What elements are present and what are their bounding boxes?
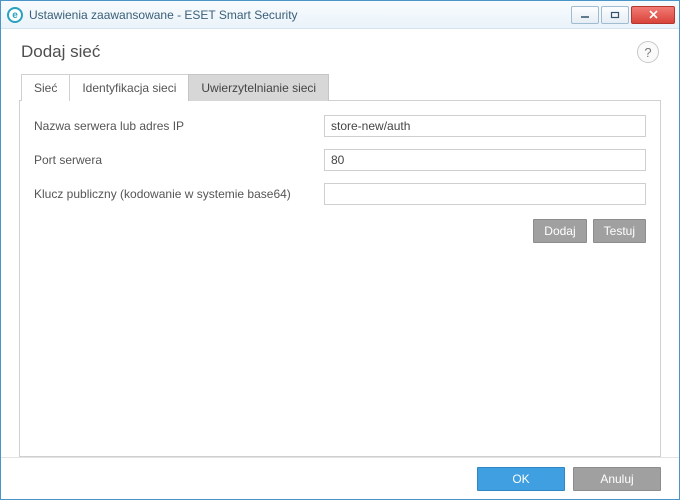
window-root: e Ustawienia zaawansowane - ESET Smart S…: [0, 0, 680, 500]
maximize-button[interactable]: [601, 6, 629, 24]
action-buttons: Dodaj Testuj: [34, 219, 646, 243]
titlebar: e Ustawienia zaawansowane - ESET Smart S…: [1, 1, 679, 29]
tab-network[interactable]: Sieć: [21, 74, 70, 101]
page-title: Dodaj sieć: [21, 42, 637, 62]
add-button[interactable]: Dodaj: [533, 219, 586, 243]
minimize-button[interactable]: [571, 6, 599, 24]
tab-content: Nazwa serwera lub adres IP Port serwera …: [19, 100, 661, 457]
close-button[interactable]: [631, 6, 675, 24]
ok-button[interactable]: OK: [477, 467, 565, 491]
port-input[interactable]: [324, 149, 646, 171]
dialog-header: Dodaj sieć ?: [1, 29, 679, 73]
tab-authentication[interactable]: Uwierzytelnianie sieci: [188, 74, 329, 101]
pubkey-input[interactable]: [324, 183, 646, 205]
row-port: Port serwera: [34, 149, 646, 171]
tab-strip: Sieć Identyfikacja sieci Uwierzytelniani…: [19, 73, 661, 100]
cancel-button[interactable]: Anuluj: [573, 467, 661, 491]
label-server: Nazwa serwera lub adres IP: [34, 115, 324, 135]
main-panel: Sieć Identyfikacja sieci Uwierzytelniani…: [19, 73, 661, 457]
window-title: Ustawienia zaawansowane - ESET Smart Sec…: [29, 8, 571, 22]
window-controls: [571, 6, 675, 24]
row-server: Nazwa serwera lub adres IP: [34, 115, 646, 137]
label-port: Port serwera: [34, 149, 324, 169]
row-pubkey: Klucz publiczny (kodowanie w systemie ba…: [34, 183, 646, 205]
tab-identification[interactable]: Identyfikacja sieci: [69, 74, 189, 101]
app-icon: e: [7, 7, 23, 23]
help-button[interactable]: ?: [637, 41, 659, 63]
server-input[interactable]: [324, 115, 646, 137]
test-button[interactable]: Testuj: [593, 219, 646, 243]
dialog-footer: OK Anuluj: [1, 457, 679, 499]
label-pubkey: Klucz publiczny (kodowanie w systemie ba…: [34, 183, 324, 203]
